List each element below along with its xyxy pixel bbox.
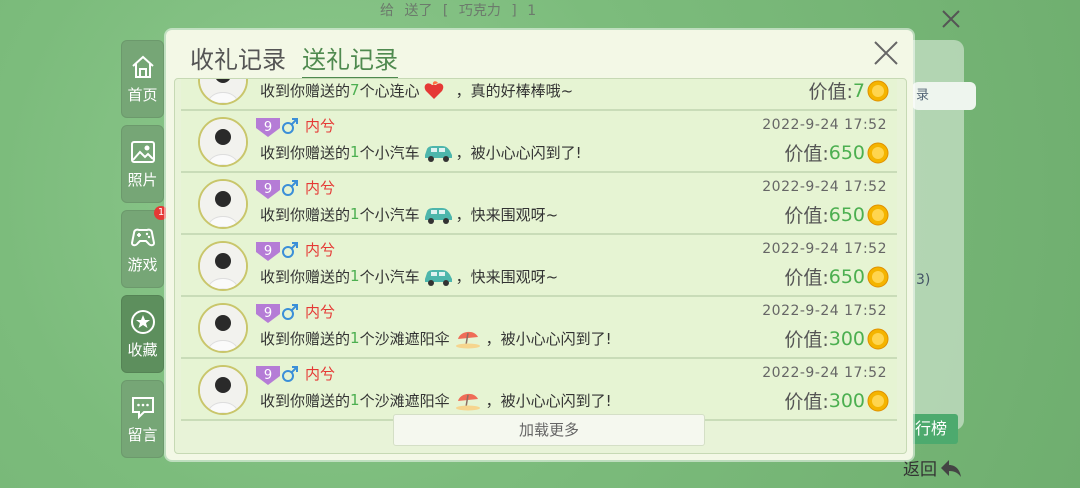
sidebar-item-label: 留言 — [127, 425, 158, 444]
svg-text:9: 9 — [264, 368, 272, 383]
sidebar-item-home[interactable]: 首页 — [121, 40, 164, 118]
record-time: 2022-9-24 17:52 — [762, 365, 887, 381]
background-count: 3) — [916, 272, 931, 288]
avatar[interactable] — [198, 179, 248, 229]
avatar[interactable] — [198, 79, 248, 105]
male-icon — [282, 304, 298, 320]
list-item: 收到你赠送的 7 个心连心 ，真的好棒棒哦~ 价值: 7 — [181, 79, 897, 111]
gift-message: 收到你赠送的 1 个小汽车 ，快来围观呀~ — [260, 267, 559, 286]
record-time: 2022-9-24 17:52 — [762, 303, 887, 319]
gift-price: 价值: 7 — [809, 79, 890, 104]
username[interactable]: 内兮 — [305, 177, 335, 198]
sidebar-item-label: 收藏 — [127, 340, 158, 359]
svg-text:9: 9 — [264, 120, 272, 135]
sidebar-item-favorites[interactable]: 收藏 — [121, 295, 164, 373]
car-gift-icon — [424, 146, 452, 162]
sidebar-item-photos[interactable]: 照片 — [121, 125, 164, 203]
vip-level-badge-icon: 9 — [256, 366, 280, 385]
vip-level-badge-icon: 9 — [256, 242, 280, 261]
list-item: 9 内兮 收到你赠送的 1 个小汽车 ，快来围观呀~ 2022-9-24 17:52… — [181, 235, 897, 297]
male-icon — [282, 180, 298, 196]
gift-message: 收到你赠送的 7 个心连心 ，真的好棒棒哦~ — [260, 81, 574, 100]
sidebar: 首页 照片 1 游戏 收藏 留言 — [121, 40, 168, 465]
username[interactable]: 内兮 — [305, 363, 335, 384]
umbrella-gift-icon — [455, 331, 480, 349]
sidebar-item-label: 照片 — [127, 170, 158, 189]
coin-icon — [867, 80, 889, 101]
sidebar-item-label: 首页 — [127, 85, 158, 104]
gift-price: 价值: 650 — [784, 201, 889, 228]
sidebar-item-messages[interactable]: 留言 — [121, 380, 164, 458]
username[interactable]: 内兮 — [305, 115, 335, 136]
star-icon — [130, 309, 155, 334]
back-arrow-icon — [941, 459, 961, 477]
message-icon — [131, 396, 154, 419]
photo-icon — [130, 140, 155, 163]
sidebar-item-label: 游戏 — [127, 255, 158, 274]
avatar[interactable] — [198, 303, 248, 353]
gift-price: 价值: 300 — [784, 387, 889, 414]
coin-icon — [867, 390, 889, 411]
svg-text:9: 9 — [264, 182, 272, 197]
gift-record-list[interactable]: 收到你赠送的 7 个心连心 ，真的好棒棒哦~ 价值: 7 9 内兮 收到你赠送的 1 个小… — [174, 78, 907, 454]
list-item: 9 内兮 收到你赠送的 1 个沙滩遮阳伞 ，被小心心闪到了! 2022-9-24 1… — [181, 297, 897, 359]
close-icon[interactable] — [871, 38, 901, 68]
username[interactable]: 内兮 — [305, 301, 335, 322]
heart-gift-icon — [424, 81, 443, 99]
gift-message: 收到你赠送的 1 个沙滩遮阳伞 ，被小心心闪到了! — [260, 391, 612, 411]
gift-price: 价值: 650 — [784, 263, 889, 290]
car-gift-icon — [424, 208, 452, 224]
list-item: 9 内兮 收到你赠送的 1 个小汽车 ，被小心心闪到了! 2022-9-24 17:… — [181, 111, 897, 173]
male-icon — [282, 242, 298, 258]
background-gift-ticker: 给 送了 [ 巧克力 ] 1 — [380, 3, 537, 19]
gift-message: 收到你赠送的 1 个小汽车 ，快来围观呀~ — [260, 205, 559, 224]
coin-icon — [867, 266, 889, 287]
username[interactable]: 内兮 — [305, 239, 335, 260]
record-time: 2022-9-24 17:52 — [762, 241, 887, 257]
sidebar-item-games[interactable]: 1 游戏 — [121, 206, 168, 288]
gift-message: 收到你赠送的 1 个小汽车 ，被小心心闪到了! — [260, 143, 582, 162]
svg-text:9: 9 — [264, 244, 272, 259]
record-tabs: 收礼记录 送礼记录 — [190, 40, 414, 80]
record-time: 2022-9-24 17:52 — [762, 117, 887, 133]
avatar[interactable] — [198, 241, 248, 291]
gift-price: 价值: 300 — [784, 325, 889, 352]
coin-icon — [867, 204, 889, 225]
list-item: 9 内兮 收到你赠送的 1 个小汽车 ，快来围观呀~ 2022-9-24 17:52… — [181, 173, 897, 235]
svg-text:9: 9 — [264, 306, 272, 321]
gamepad-icon — [130, 228, 155, 246]
avatar[interactable] — [198, 365, 248, 415]
umbrella-gift-icon — [455, 393, 480, 411]
avatar[interactable] — [198, 117, 248, 167]
vip-level-badge-icon: 9 — [256, 180, 280, 199]
home-icon — [131, 55, 154, 78]
vip-level-badge-icon: 9 — [256, 304, 280, 323]
background-record-button: 录 — [912, 82, 976, 110]
gift-record-dialog: 收礼记录 送礼记录 收到你赠送的 7 个心连心 ，真的好棒棒哦~ 价值: 7 9… — [166, 30, 913, 460]
tab-received-gifts[interactable]: 收礼记录 — [190, 40, 286, 80]
car-gift-icon — [424, 270, 452, 286]
gift-message: 收到你赠送的 1 个沙滩遮阳伞 ，被小心心闪到了! — [260, 329, 612, 349]
back-button[interactable]: 返回 — [903, 455, 963, 480]
load-more-button[interactable]: 加载更多 — [393, 414, 705, 446]
tab-sent-gifts[interactable]: 送礼记录 — [302, 40, 398, 80]
coin-icon — [867, 328, 889, 349]
coin-icon — [867, 142, 889, 163]
background-close-icon[interactable] — [940, 8, 962, 30]
male-icon — [282, 366, 298, 382]
record-time: 2022-9-24 17:52 — [762, 179, 887, 195]
gift-price: 价值: 650 — [784, 139, 889, 166]
vip-level-badge-icon: 9 — [256, 118, 280, 137]
list-item: 9 内兮 收到你赠送的 1 个沙滩遮阳伞 ，被小心心闪到了! 2022-9-24 1… — [181, 359, 897, 421]
male-icon — [282, 118, 298, 134]
